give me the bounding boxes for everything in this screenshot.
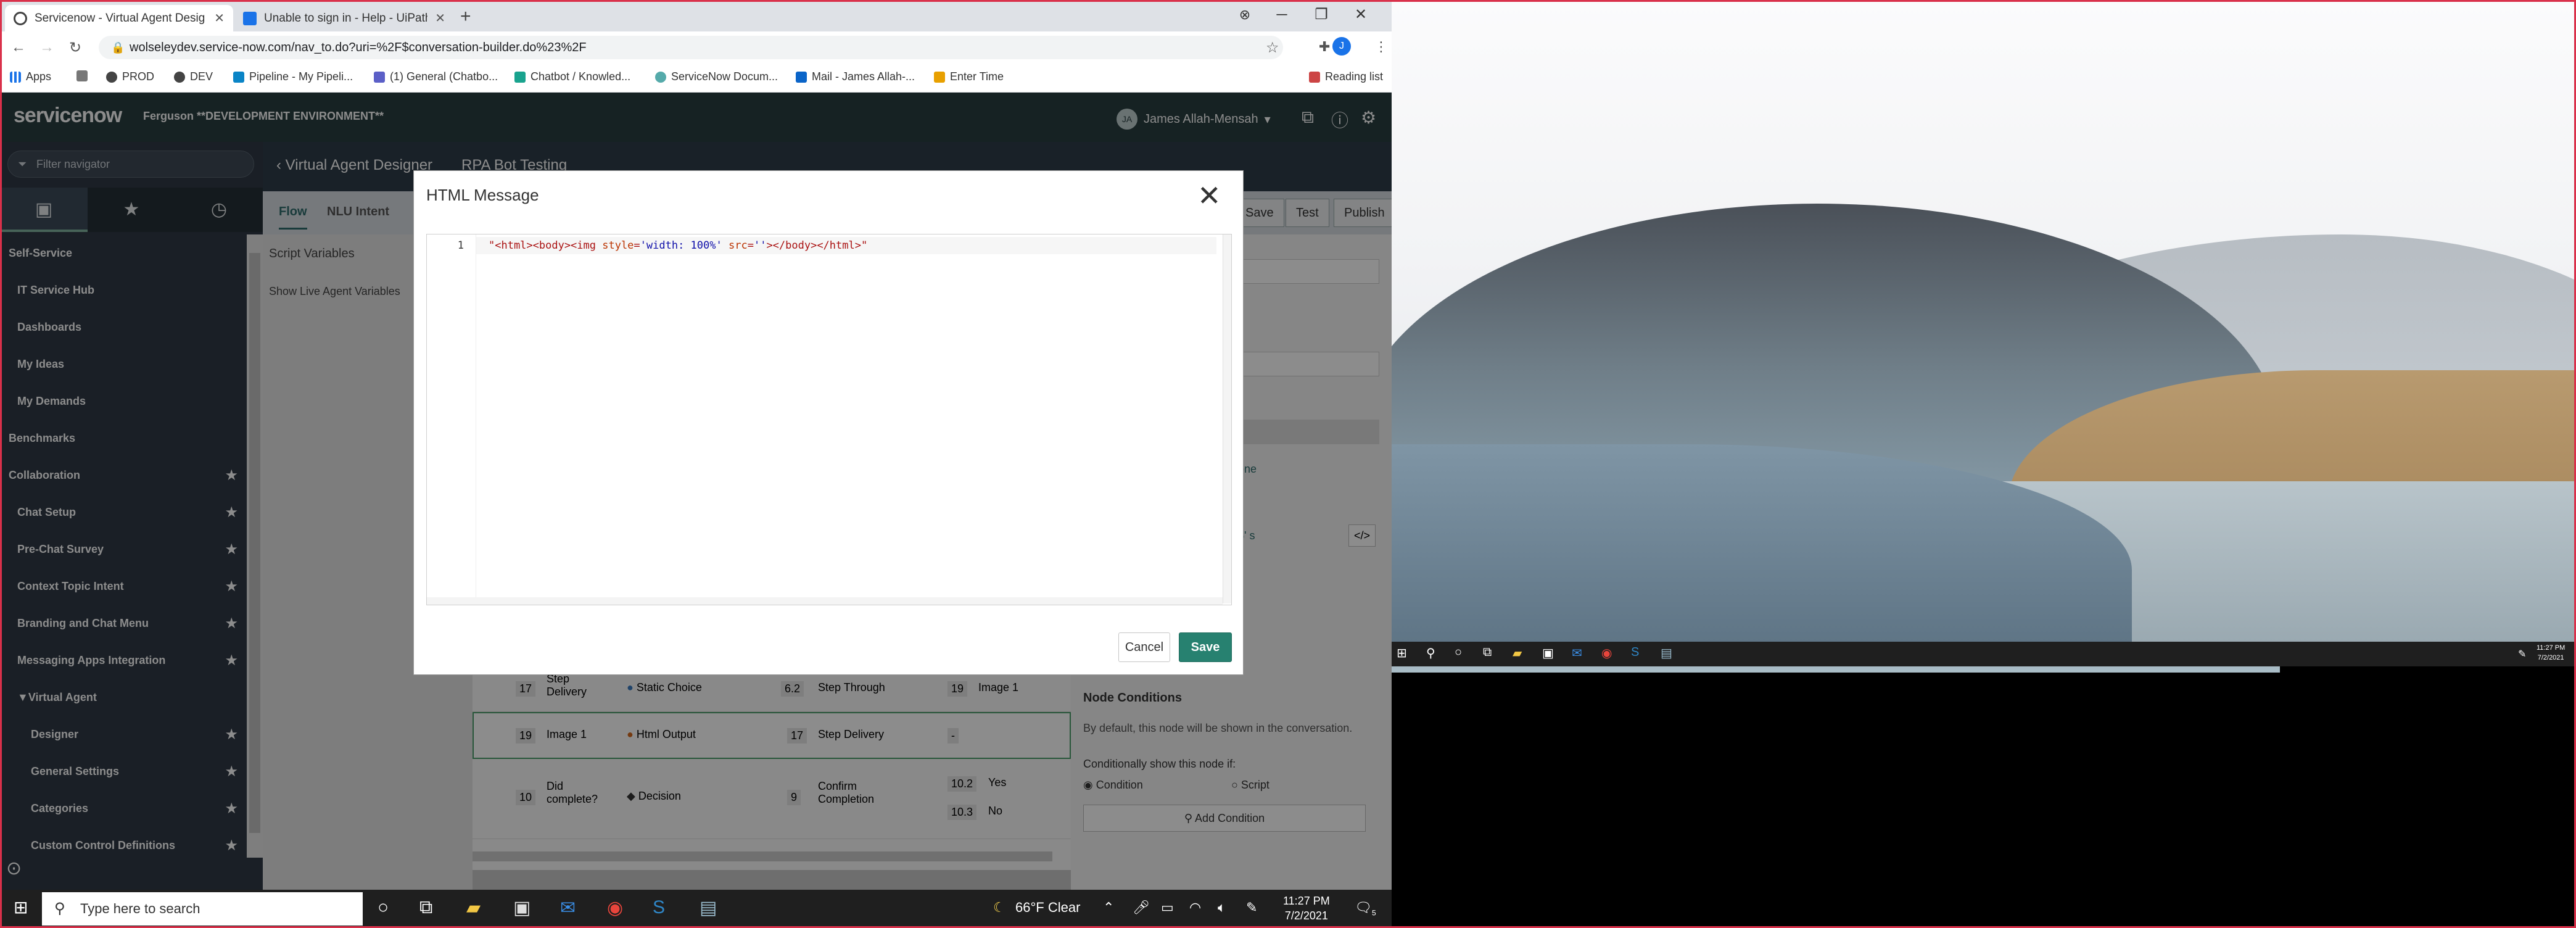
bookmark-dev[interactable]: DEV bbox=[174, 70, 213, 83]
app-icon[interactable]: ▤ bbox=[1661, 645, 1672, 661]
chrome-icon[interactable]: ◉ bbox=[607, 897, 623, 919]
tab-search-icon[interactable]: ⊗ bbox=[1226, 0, 1263, 30]
uipath-favicon-icon bbox=[243, 11, 257, 25]
tab-title: Unable to sign in - Help - UiPath bbox=[264, 11, 428, 25]
bookmark-pipeline[interactable]: Pipeline - My Pipeli... bbox=[233, 70, 353, 83]
bookmark-enter-time[interactable]: Enter Time bbox=[934, 70, 1004, 83]
cortana-icon[interactable]: ○ bbox=[1455, 645, 1462, 660]
app-s-icon[interactable]: S bbox=[653, 897, 665, 918]
chrome-menu-icon[interactable]: ⋮ bbox=[1374, 39, 1388, 55]
tab-servicenow[interactable]: Servicenow - Virtual Agent Desig ✕ bbox=[5, 5, 233, 31]
cortana-icon[interactable]: ○ bbox=[378, 897, 389, 918]
bookmark-chatbot[interactable]: Chatbot / Knowled... bbox=[514, 70, 630, 83]
wifi-icon[interactable]: ◠ bbox=[1189, 900, 1201, 916]
task-view-icon[interactable]: ⧉ bbox=[1483, 645, 1492, 660]
search-icon[interactable]: ⚲ bbox=[1426, 645, 1435, 661]
close-tab-icon[interactable]: ✕ bbox=[435, 10, 445, 26]
pen-icon[interactable]: ✎ bbox=[1246, 900, 1257, 916]
editor-vscrollbar[interactable] bbox=[1223, 234, 1231, 603]
close-tab-icon[interactable]: ✕ bbox=[214, 10, 225, 26]
servicenow-favicon-icon bbox=[14, 11, 27, 25]
taskbar: ⊞ ⚲ Type here to search ○ ⧉ ▰ ▣ ✉ ◉ S ▤ … bbox=[0, 890, 1392, 928]
minimize-icon[interactable]: ─ bbox=[1263, 0, 1300, 30]
bookmark-prod[interactable]: PROD bbox=[106, 70, 154, 83]
clock[interactable]: 11:27 PM 7/2/2021 bbox=[2537, 643, 2565, 663]
taskbar-secondary: ⊞ ⚲ ○ ⧉ ▰ ▣ ✉ ◉ S ▤ ✎ 11:27 PM 7/2/2021 bbox=[1392, 642, 2576, 666]
code-line[interactable]: "<html><body><img style='width: 100%' sr… bbox=[489, 239, 867, 252]
extensions-icon[interactable]: ✚ bbox=[1319, 39, 1330, 55]
store-icon[interactable]: ▣ bbox=[513, 897, 530, 919]
weather-text[interactable]: 66°F Clear bbox=[1015, 900, 1080, 916]
reading-list[interactable]: Reading list bbox=[1309, 70, 1383, 83]
app-icon[interactable]: ▤ bbox=[700, 897, 717, 919]
html-message-modal: HTML Message ✕ 1 "<html><body><img style… bbox=[413, 170, 1244, 675]
modal-title: HTML Message bbox=[426, 186, 539, 204]
bookmark-mail[interactable]: Mail - James Allah-... bbox=[796, 70, 915, 83]
chrome-icon[interactable]: ◉ bbox=[1601, 645, 1612, 661]
profile-avatar[interactable]: J bbox=[1332, 37, 1351, 56]
line-number: 1 bbox=[457, 239, 464, 252]
back-icon[interactable]: ← bbox=[11, 39, 26, 56]
url-text: wolseleydev.service-now.com/nav_to.do?ur… bbox=[130, 41, 587, 54]
bookmark-servicenow-docs[interactable]: ServiceNow Docum... bbox=[655, 70, 778, 83]
bookmark-apps[interactable]: Apps bbox=[10, 70, 51, 83]
mail-icon[interactable]: ✉ bbox=[560, 897, 576, 919]
teams-icon bbox=[374, 71, 385, 83]
chevron-up-icon[interactable]: ⌃ bbox=[1103, 900, 1114, 916]
lock-icon: 🔒 bbox=[111, 41, 125, 54]
primary-monitor: Servicenow - Virtual Agent Desig ✕ Unabl… bbox=[0, 0, 1392, 928]
new-tab-icon[interactable]: + bbox=[460, 6, 471, 27]
bookmarks-bar: Apps PROD DEV Pipeline - My Pipeli... (1… bbox=[0, 64, 1392, 93]
workday-icon bbox=[934, 71, 945, 83]
mic-icon[interactable]: 🎤︎ bbox=[1133, 900, 1150, 916]
address-bar-row: ← → ↻ 🔒 wolseleydev.service-now.com/nav_… bbox=[0, 31, 1392, 64]
globe-icon bbox=[106, 71, 117, 83]
battery-icon[interactable]: ▭ bbox=[1161, 900, 1174, 916]
pipeline-icon bbox=[233, 71, 244, 83]
save-button[interactable]: Save bbox=[1179, 632, 1232, 662]
notifications-icon[interactable]: 🗨︎5 bbox=[1355, 900, 1376, 917]
confluence-icon bbox=[514, 71, 526, 83]
windows-start-icon[interactable]: ⊞ bbox=[14, 897, 28, 918]
page-icon bbox=[76, 70, 88, 81]
file-explorer-icon[interactable]: ▰ bbox=[1513, 645, 1522, 661]
windows-start-icon[interactable]: ⊞ bbox=[1397, 645, 1407, 661]
close-icon[interactable]: ✕ bbox=[1197, 177, 1221, 214]
mail-icon[interactable]: ✉ bbox=[1572, 645, 1582, 661]
browser-tab-strip: Servicenow - Virtual Agent Desig ✕ Unabl… bbox=[0, 0, 1392, 31]
bookmark-separator bbox=[76, 70, 88, 81]
reload-icon[interactable]: ↻ bbox=[69, 39, 81, 57]
secondary-monitor: ⊞ ⚲ ○ ⧉ ▰ ▣ ✉ ◉ S ▤ ✎ 11:27 PM 7/2/2021 bbox=[1392, 0, 2576, 928]
close-window-icon[interactable]: ✕ bbox=[1342, 0, 1379, 30]
editor-hscrollbar[interactable] bbox=[427, 597, 1223, 605]
line-gutter: 1 bbox=[427, 234, 476, 603]
file-explorer-icon[interactable]: ▰ bbox=[466, 897, 481, 919]
tab-title: Servicenow - Virtual Agent Desig bbox=[35, 11, 205, 25]
code-editor[interactable]: 1 "<html><body><img style='width: 100%' … bbox=[426, 234, 1232, 605]
pen-icon[interactable]: ✎ bbox=[2518, 648, 2526, 660]
tab-uipath[interactable]: Unable to sign in - Help - UiPath ✕ bbox=[234, 5, 454, 31]
weather-icon: ☾ bbox=[993, 900, 1005, 915]
forward-icon[interactable]: → bbox=[39, 39, 54, 56]
app-s-icon[interactable]: S bbox=[1631, 645, 1639, 660]
bookmark-teams[interactable]: (1) General (Chatbo... bbox=[374, 70, 498, 83]
cancel-button[interactable]: Cancel bbox=[1118, 632, 1170, 662]
restore-icon[interactable]: ❐ bbox=[1303, 0, 1340, 30]
clock[interactable]: 11:27 PM 7/2/2021 bbox=[1283, 893, 1330, 923]
volume-icon[interactable]: 🔈︎ bbox=[1218, 900, 1226, 916]
url-bar[interactable]: 🔒 wolseleydev.service-now.com/nav_to.do?… bbox=[99, 36, 1283, 59]
taskbar-search[interactable]: ⚲ Type here to search bbox=[42, 892, 363, 926]
servicenow-icon bbox=[655, 71, 666, 83]
globe-icon bbox=[174, 71, 185, 83]
reading-list-icon bbox=[1309, 71, 1320, 83]
apps-grid-icon bbox=[10, 71, 21, 83]
bookmark-star-icon[interactable]: ☆ bbox=[1266, 39, 1279, 57]
search-icon: ⚲ bbox=[54, 900, 65, 917]
desktop-wallpaper bbox=[1392, 0, 2576, 673]
outlook-icon bbox=[796, 71, 807, 83]
store-icon[interactable]: ▣ bbox=[1542, 645, 1554, 661]
task-view-icon[interactable]: ⧉ bbox=[419, 897, 432, 918]
